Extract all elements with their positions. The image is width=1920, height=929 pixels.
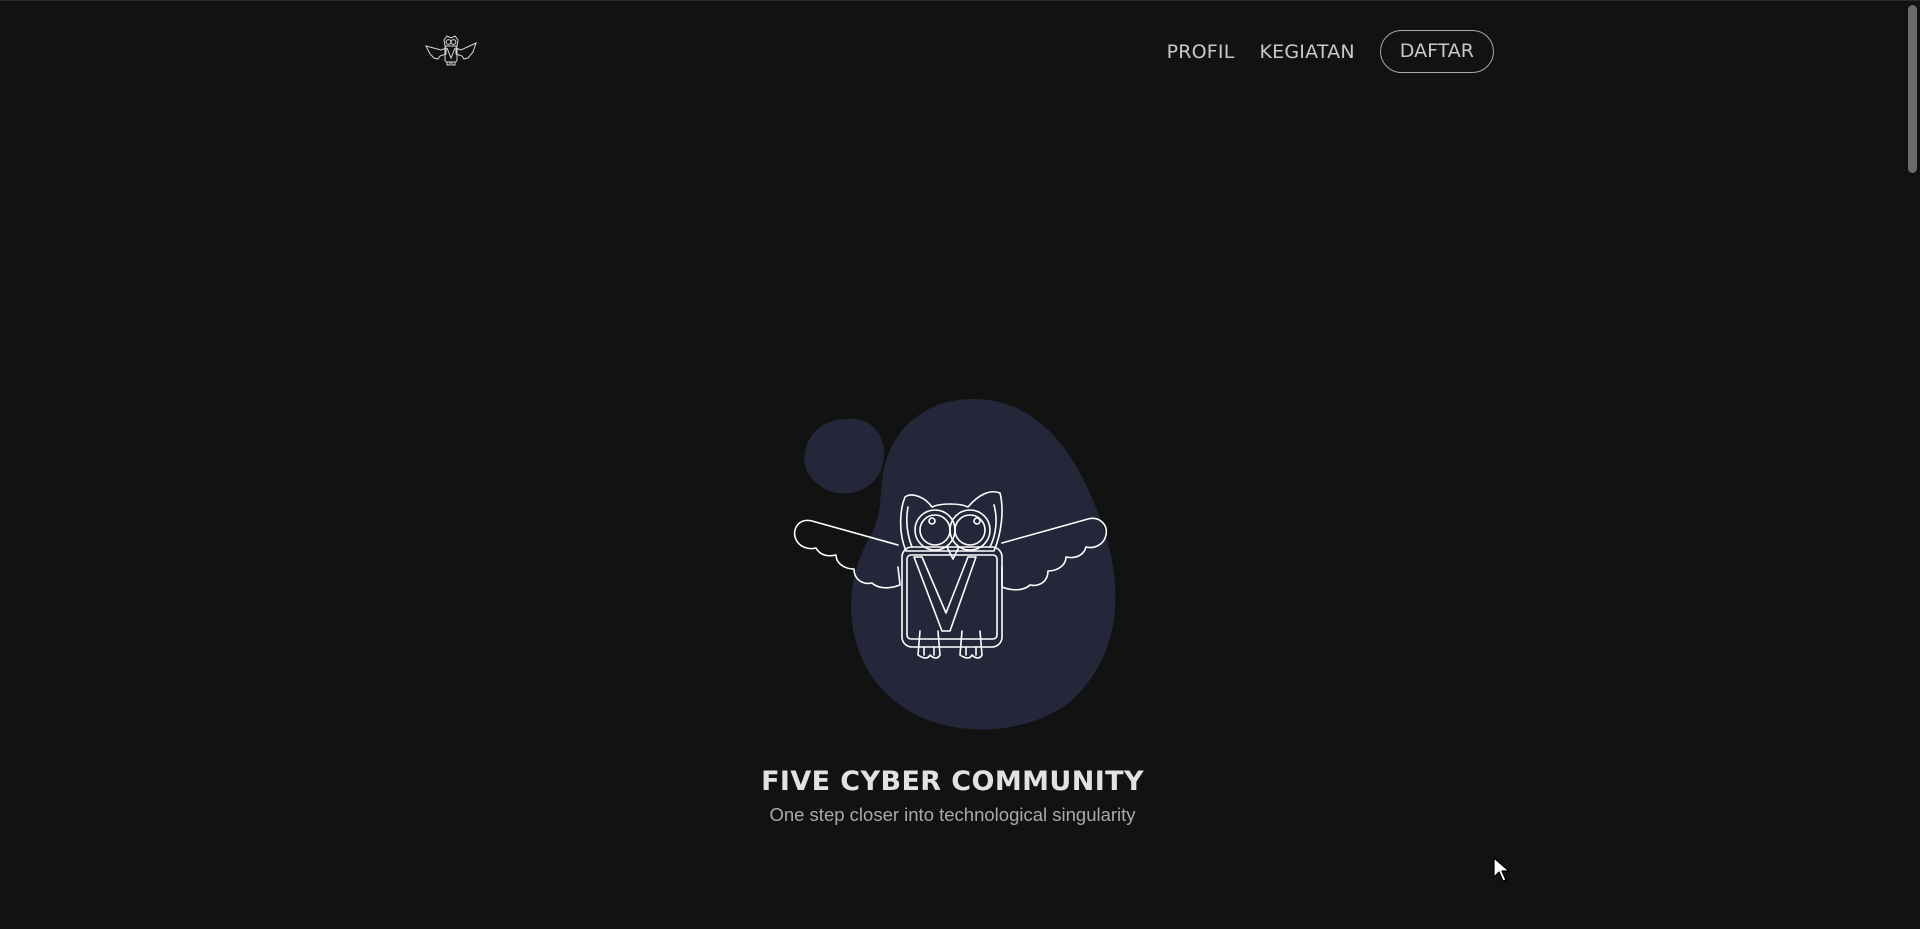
owl-illustration-icon [793, 398, 1116, 730]
landing-page: PROFIL KEGIATAN DAFTAR FIVE CYBER COMMUN… [0, 0, 1920, 929]
blob-large [851, 398, 1116, 730]
owl-logo-icon[interactable] [424, 34, 478, 68]
hero-title: FIVE CYBER COMMUNITY [761, 766, 1144, 798]
blob-small [804, 418, 885, 494]
nav-link-profil[interactable]: PROFIL [1167, 41, 1235, 63]
hero-subtitle: One step closer into technological singu… [769, 803, 1136, 825]
daftar-button[interactable]: DAFTAR [1379, 30, 1494, 73]
nav-link-kegiatan[interactable]: KEGIATAN [1260, 41, 1355, 63]
scrollbar-thumb[interactable] [1908, 5, 1917, 173]
main-nav: PROFIL KEGIATAN DAFTAR [1142, 30, 1494, 73]
scrollbar[interactable] [1905, 1, 1920, 929]
mouse-cursor-icon [1493, 857, 1510, 882]
navbar: PROFIL KEGIATAN DAFTAR [0, 1, 1905, 105]
